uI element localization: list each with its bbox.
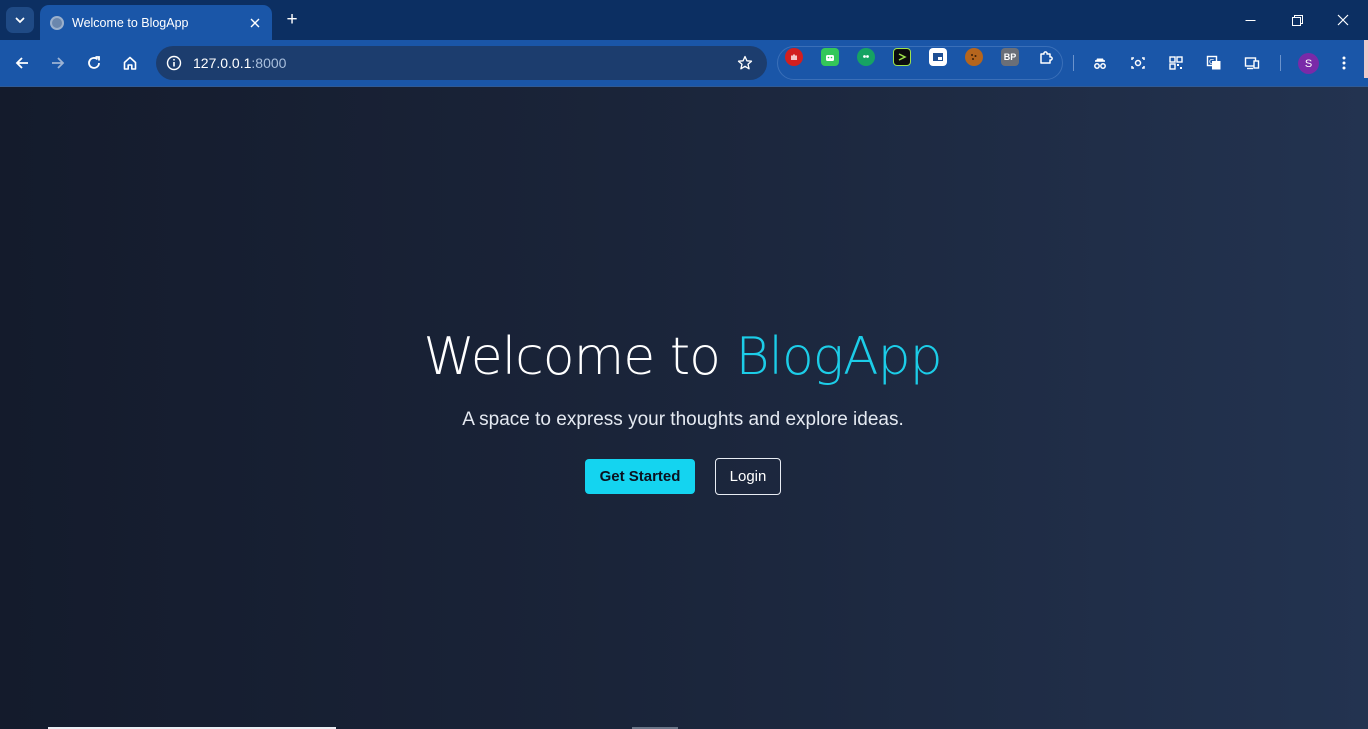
qr-code-icon [1169, 56, 1183, 70]
qr-code-button[interactable] [1162, 49, 1190, 77]
translate-icon: G [1206, 55, 1221, 70]
close-window-button[interactable] [1320, 0, 1366, 40]
url-host: 127.0.0.1 [193, 55, 252, 71]
lens-button[interactable] [1124, 49, 1152, 77]
reading-mode-button[interactable] [1238, 49, 1266, 77]
address-bar[interactable]: 127.0.0.1:8000 [156, 46, 767, 80]
window-edge [1364, 40, 1368, 78]
hero-title-prefix: Welcome to [423, 327, 736, 387]
bp-icon[interactable]: BP [1001, 48, 1019, 66]
menu-button[interactable] [1330, 49, 1358, 77]
close-icon [1337, 14, 1349, 26]
spy-glasses-icon [1094, 58, 1106, 69]
minimize-button[interactable] [1227, 0, 1273, 40]
more-vertical-icon [1342, 56, 1346, 70]
restore-button[interactable] [1274, 0, 1320, 40]
site-info-icon[interactable] [164, 53, 184, 73]
chevron-down-icon [15, 17, 25, 24]
page-viewport: Welcome to BlogApp A space to express yo… [0, 86, 1368, 729]
bookmark-star-icon[interactable] [735, 53, 755, 73]
profile-avatar[interactable]: S [1298, 53, 1319, 74]
arrow-left-icon [15, 57, 28, 69]
close-icon [250, 18, 260, 27]
performance-button[interactable] [1086, 49, 1114, 77]
browser-toolbar: 127.0.0.1:8000 BP G S [0, 40, 1368, 86]
new-tab-button[interactable]: + [280, 8, 304, 32]
extensions-group [777, 46, 1063, 80]
hero-title: Welcome to BlogApp [0, 325, 1365, 389]
toolbar-separator [1073, 55, 1074, 71]
hero-section: Welcome to BlogApp A space to express yo… [0, 87, 1368, 729]
devices-icon [1244, 57, 1260, 70]
camera-search-icon [1131, 57, 1145, 69]
tab-search-button[interactable] [6, 7, 34, 33]
quote-icon[interactable] [857, 48, 875, 66]
restore-icon [1291, 14, 1303, 26]
login-button[interactable]: Login [715, 458, 781, 495]
reload-icon [88, 56, 100, 69]
get-started-button[interactable]: Get Started [585, 459, 695, 494]
home-icon [123, 56, 137, 70]
adblock-icon[interactable] [785, 48, 803, 66]
tab-strip: Welcome to BlogApp + [0, 0, 1368, 40]
svg-text:G: G [1209, 58, 1214, 66]
hero-subtitle: A space to express your thoughts and exp… [462, 409, 904, 430]
url-port: :8000 [251, 55, 287, 71]
minimize-icon [1245, 19, 1255, 21]
screenshot-icon[interactable] [929, 48, 947, 66]
globe-icon [50, 15, 64, 30]
back-button[interactable] [8, 49, 36, 77]
arrow-right-icon [52, 57, 65, 69]
puzzle-icon[interactable] [1037, 48, 1055, 66]
cookie-icon[interactable] [965, 48, 983, 66]
home-button[interactable] [116, 49, 144, 77]
translate-button[interactable]: G [1200, 49, 1228, 77]
browser-tab[interactable]: Welcome to BlogApp [40, 5, 272, 40]
forward-button[interactable] [44, 49, 72, 77]
url-text: 127.0.0.1:8000 [193, 55, 286, 71]
terminal-icon[interactable] [893, 48, 911, 66]
tab-title: Welcome to BlogApp [72, 15, 189, 30]
hero-title-brand: BlogApp [735, 327, 943, 387]
reload-button[interactable] [80, 49, 108, 77]
tab-close-button[interactable] [246, 14, 264, 32]
android-icon[interactable] [821, 48, 839, 66]
toolbar-separator [1280, 55, 1281, 71]
